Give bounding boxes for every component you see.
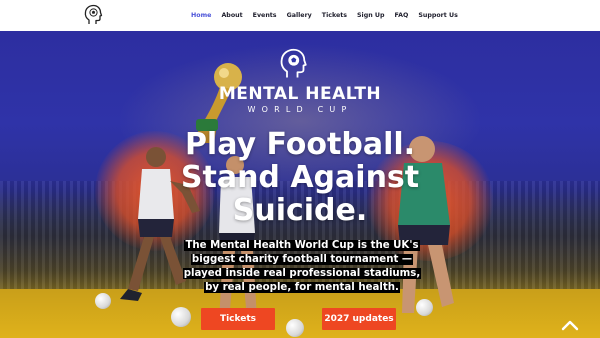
hero-banner: MENTAL HEALTH WORLD CUP Play Football. S… <box>0 31 600 338</box>
head-football-icon <box>280 48 307 78</box>
head-football-icon[interactable] <box>83 4 103 26</box>
nav-events[interactable]: Events <box>253 12 277 19</box>
nav-support-us[interactable]: Support Us <box>418 12 458 19</box>
football-ball <box>171 307 191 327</box>
nav-tickets[interactable]: Tickets <box>322 12 347 19</box>
nav-about[interactable]: About <box>221 12 242 19</box>
tagline-text: The Mental Health World Cup is the UK's … <box>182 240 422 293</box>
brand-title: MENTAL HEALTH <box>218 84 382 104</box>
chevron-up-icon[interactable] <box>560 318 580 332</box>
football-ball <box>286 319 304 337</box>
nav-sign-up[interactable]: Sign Up <box>357 12 385 19</box>
nav-home[interactable]: Home <box>191 12 211 19</box>
main-nav: Home About Events Gallery Tickets Sign U… <box>191 0 468 31</box>
updates-button[interactable]: 2027 updates <box>322 308 396 330</box>
nav-faq[interactable]: FAQ <box>395 12 409 19</box>
football-ball <box>95 293 111 309</box>
hero-headline: Play Football. Stand Against Suicide. <box>0 128 600 227</box>
headline-line: Suicide. <box>232 193 368 228</box>
football-ball <box>416 299 433 316</box>
brand-subtitle: WORLD CUP <box>247 105 353 114</box>
hero-tagline: The Mental Health World Cup is the UK's … <box>176 239 428 295</box>
site-header: Home About Events Gallery Tickets Sign U… <box>0 0 600 31</box>
headline-line: Play Football. <box>184 127 416 162</box>
tickets-button[interactable]: Tickets <box>201 308 275 330</box>
nav-gallery[interactable]: Gallery <box>287 12 312 19</box>
headline-line: Stand Against <box>180 160 420 195</box>
